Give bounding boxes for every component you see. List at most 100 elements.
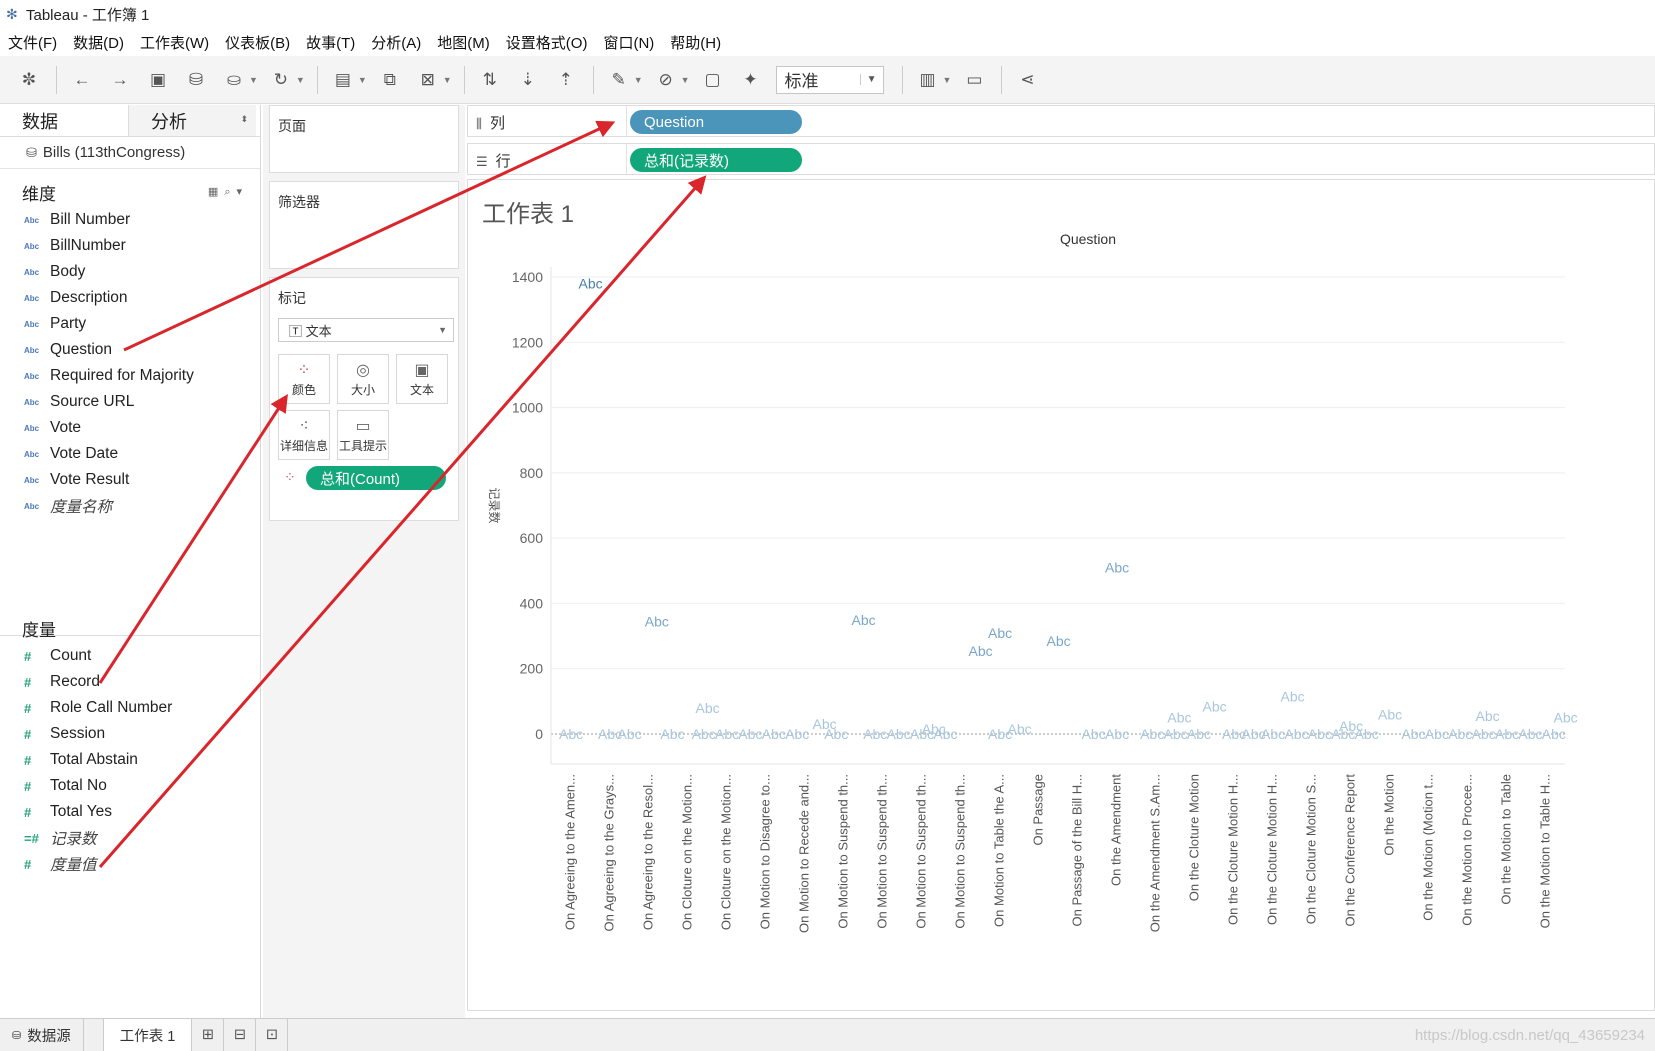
- columns-shelf[interactable]: ⫼ 列 Question: [467, 105, 1655, 137]
- presentation-mode-icon[interactable]: ▭: [961, 67, 987, 93]
- undo-icon[interactable]: ←: [69, 67, 95, 93]
- rows-shelf[interactable]: ☰ 行 总和(记录数): [467, 143, 1655, 175]
- fit-select-value: 标准: [784, 72, 819, 91]
- measure-field[interactable]: # Total No: [0, 773, 261, 799]
- size-button[interactable]: ◎ 大小: [337, 354, 389, 404]
- dimension-field[interactable]: Abc Description: [0, 285, 260, 311]
- text-button[interactable]: ▣ 文本: [396, 354, 448, 404]
- measure-field[interactable]: # Total Yes: [0, 799, 261, 825]
- chevron-down-icon[interactable]: ▼: [358, 75, 367, 85]
- record-count-pill[interactable]: 总和(记录数): [630, 148, 802, 172]
- dimension-field[interactable]: Abc Body: [0, 259, 260, 285]
- group-members-icon[interactable]: ⊘: [653, 67, 679, 93]
- number-type-icon: =#: [24, 830, 39, 846]
- measure-field[interactable]: # Session: [0, 721, 261, 747]
- dimension-field[interactable]: Abc Party: [0, 311, 260, 337]
- measure-field[interactable]: # Count: [0, 643, 261, 669]
- show-me-icon[interactable]: ▥: [915, 67, 941, 93]
- swap-rows-columns-icon[interactable]: ⇅: [477, 67, 503, 93]
- chart[interactable]: Question 0 200 400 600 800 1000 1200 1400 记录数 On A…: [468, 180, 1654, 1010]
- text-mark: Abc: [1308, 726, 1332, 742]
- dimension-field[interactable]: Abc Question: [0, 337, 260, 363]
- fix-axes-icon[interactable]: ✦: [738, 67, 764, 93]
- menu-file[interactable]: 文件(F): [8, 32, 57, 53]
- dimension-field[interactable]: Abc 度量名称: [0, 493, 260, 519]
- dimension-field-label: Vote Date: [50, 445, 119, 462]
- redo-icon[interactable]: →: [107, 67, 133, 93]
- menu-map[interactable]: 地图(M): [437, 32, 490, 53]
- chevron-down-icon[interactable]: ▼: [443, 75, 452, 85]
- menu-worksheet[interactable]: 工作表(W): [140, 32, 209, 53]
- number-type-icon: #: [24, 648, 32, 664]
- new-dashboard-icon[interactable]: ⊟: [224, 1019, 257, 1051]
- x-tick-label: On the Motion: [1382, 774, 1397, 856]
- pause-updates-icon[interactable]: ⛀: [221, 67, 247, 93]
- share-icon[interactable]: ⋖: [1014, 67, 1040, 93]
- tooltip-button[interactable]: ▭ 工具提示: [337, 410, 389, 460]
- text-mark: Abc: [715, 726, 739, 742]
- dimension-field[interactable]: Abc Vote Date: [0, 441, 260, 467]
- chevron-down-icon[interactable]: ▼: [634, 75, 643, 85]
- color-button[interactable]: ⁘ 颜色: [278, 354, 330, 404]
- datasource-item[interactable]: ⛁ Bills (113thCongress): [0, 137, 260, 169]
- duplicate-sheet-icon[interactable]: ⧉: [377, 67, 403, 93]
- filters-card[interactable]: 筛选器: [269, 181, 459, 269]
- show-labels-icon[interactable]: ▢: [700, 67, 726, 93]
- dimension-field[interactable]: Abc BillNumber: [0, 233, 260, 259]
- chevron-down-icon[interactable]: ▼: [249, 75, 258, 85]
- columns-label: ⫼ 列: [476, 112, 626, 132]
- highlight-icon[interactable]: ✎: [606, 67, 632, 93]
- sort-ascending-icon[interactable]: ⇣: [515, 67, 541, 93]
- menu-dashboard[interactable]: 仪表板(B): [225, 32, 290, 53]
- x-tick-label: On the Motion (Motion t...: [1421, 774, 1436, 921]
- save-icon[interactable]: ▣: [145, 67, 171, 93]
- chevron-down-icon[interactable]: ▼: [681, 75, 690, 85]
- fit-select[interactable]: 标准 ▼: [775, 65, 884, 94]
- menu-help[interactable]: 帮助(H): [670, 32, 721, 53]
- tableau-icon[interactable]: ✼: [16, 67, 42, 93]
- text-mark: Abc: [579, 276, 603, 292]
- mark-type-select[interactable]: 🅃 文本 ▼: [278, 318, 454, 342]
- detail-label: 详细信息: [279, 438, 328, 453]
- sort-descending-icon[interactable]: ⇡: [553, 67, 579, 93]
- measure-field[interactable]: =# 记录数: [0, 825, 261, 851]
- measure-field[interactable]: # 度量值: [0, 851, 261, 877]
- tab-data[interactable]: 数据: [0, 105, 128, 136]
- measure-field[interactable]: # Role Call Number: [0, 695, 261, 721]
- chevron-down-icon[interactable]: ▼: [296, 75, 305, 85]
- new-worksheet-icon[interactable]: ⊞: [192, 1019, 225, 1051]
- measure-field[interactable]: # Record: [0, 669, 261, 695]
- new-datasource-icon[interactable]: ⛁: [183, 67, 209, 93]
- measure-field[interactable]: # Total Abstain: [0, 747, 261, 773]
- filters-title: 筛选器: [278, 194, 320, 210]
- text-mark: Abc: [887, 726, 911, 742]
- menu-window[interactable]: 窗口(N): [603, 32, 654, 53]
- x-tick-label: On the Conference Report: [1343, 774, 1358, 927]
- marks-count-pill[interactable]: 总和(Count): [306, 466, 446, 490]
- menu-data[interactable]: 数据(D): [73, 32, 124, 53]
- pages-card[interactable]: 页面: [269, 105, 459, 173]
- chevron-down-icon[interactable]: ▼: [943, 75, 952, 85]
- toolbar-separator: [56, 65, 57, 94]
- datasource-tab[interactable]: ⛁ 数据源: [0, 1019, 84, 1051]
- new-story-icon[interactable]: ⊡: [256, 1019, 289, 1051]
- dimension-tools[interactable]: ▦⌕▾: [208, 185, 248, 199]
- menu-format[interactable]: 设置格式(O): [506, 32, 588, 53]
- dimension-field-label: Body: [50, 263, 86, 280]
- new-worksheet-icon[interactable]: ▤: [330, 67, 356, 93]
- tab-analytics[interactable]: 分析 ⬍: [128, 105, 256, 136]
- clear-sheet-icon[interactable]: ⊠: [415, 67, 441, 93]
- dimension-field[interactable]: Abc Bill Number: [0, 207, 260, 233]
- text-mark: Abc: [1554, 710, 1578, 726]
- refresh-icon[interactable]: ↻: [268, 67, 294, 93]
- dimension-field[interactable]: Abc Vote Result: [0, 467, 260, 493]
- menu-story[interactable]: 故事(T): [306, 32, 355, 53]
- dimension-field[interactable]: Abc Vote: [0, 415, 260, 441]
- sheet-tab[interactable]: 工作表 1: [103, 1019, 193, 1051]
- title-bar: ✻ Tableau - 工作簿 1: [0, 0, 1655, 28]
- dimension-field[interactable]: Abc Source URL: [0, 389, 260, 415]
- question-pill[interactable]: Question: [630, 110, 802, 134]
- menu-analysis[interactable]: 分析(A): [371, 32, 421, 53]
- dimension-field[interactable]: Abc Required for Majority: [0, 363, 260, 389]
- detail-button[interactable]: ⁖ 详细信息: [278, 410, 330, 460]
